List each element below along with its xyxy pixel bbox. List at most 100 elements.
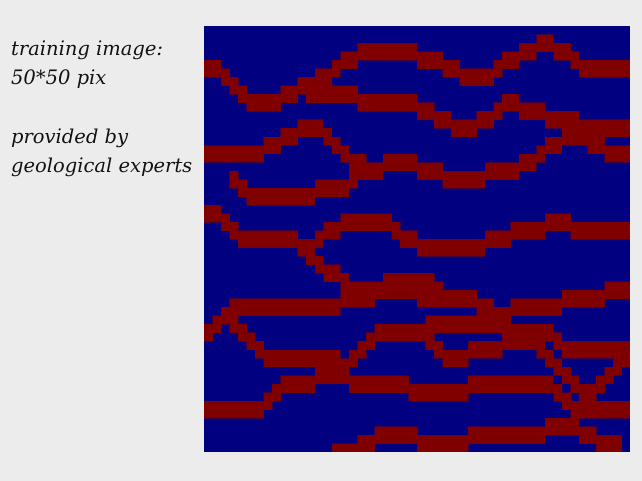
channel-cell	[595, 341, 605, 351]
channel-cell	[246, 409, 256, 419]
channel-cell	[382, 43, 392, 52]
channel-cell	[561, 51, 571, 61]
channel-cell	[238, 332, 247, 342]
channel-cell	[595, 375, 605, 385]
channel-cell	[519, 230, 529, 240]
channel-cell	[570, 383, 580, 393]
channel-cell	[280, 230, 290, 240]
channel-cell	[451, 324, 460, 334]
channel-cell	[357, 443, 367, 452]
channel-cell	[621, 128, 630, 138]
channel-cell	[587, 230, 597, 240]
channel-cell	[229, 307, 239, 317]
channel-cell	[502, 94, 512, 104]
channel-cell	[502, 383, 512, 393]
channel-cell	[212, 400, 222, 410]
channel-cell	[348, 213, 358, 223]
channel-cell	[570, 60, 580, 69]
caption-line-training-image: training image:	[11, 37, 164, 60]
channel-cell	[348, 85, 358, 95]
channel-cell	[553, 366, 563, 376]
channel-cell	[476, 239, 486, 248]
channel-cell	[323, 68, 333, 78]
channel-cell	[570, 119, 580, 129]
channel-cell	[587, 128, 597, 138]
channel-cell	[485, 68, 495, 78]
channel-cell	[476, 77, 486, 87]
channel-cell	[314, 119, 324, 129]
channel-cell	[263, 298, 273, 308]
channel-cell	[340, 187, 350, 197]
channel-cell	[612, 290, 622, 300]
channel-cell	[289, 298, 299, 308]
channel-cell	[408, 392, 418, 402]
channel-cell	[331, 366, 341, 376]
channel-cell	[442, 392, 452, 402]
channel-cell	[553, 43, 563, 52]
channel-cell	[280, 128, 290, 138]
channel-cell	[246, 298, 256, 308]
channel-cell	[561, 136, 571, 146]
channel-cell	[391, 230, 401, 240]
channel-cell	[561, 417, 571, 427]
channel-cell	[510, 383, 520, 393]
channel-cell	[289, 358, 299, 368]
channel-cell	[408, 324, 418, 334]
channel-cell	[459, 434, 469, 444]
channel-cell	[280, 307, 290, 317]
channel-cell	[459, 290, 469, 300]
channel-cell	[459, 77, 469, 87]
channel-cell	[434, 281, 443, 291]
channel-cell	[408, 239, 418, 248]
channel-cell	[365, 290, 375, 300]
channel-cell	[391, 51, 401, 61]
channel-cell	[578, 60, 588, 69]
channel-cell	[399, 324, 409, 334]
channel-cell	[553, 221, 563, 231]
channel-cell	[408, 426, 418, 436]
channel-cell	[587, 400, 597, 410]
channel-cell	[221, 409, 230, 419]
channel-cell	[221, 213, 230, 223]
channel-cell	[578, 230, 588, 240]
channel-cell	[485, 162, 495, 172]
channel-cell	[331, 68, 341, 78]
channel-cell	[587, 409, 597, 419]
channel-cell	[570, 341, 580, 351]
channel-cell	[451, 68, 460, 78]
channel-cell	[425, 170, 435, 180]
channel-cell	[587, 298, 597, 308]
channel-cell	[246, 230, 256, 240]
channel-cell	[246, 145, 256, 155]
channel-cell	[604, 230, 614, 240]
channel-cell	[536, 349, 546, 359]
channel-cell	[246, 332, 256, 342]
channel-cell	[561, 341, 571, 351]
channel-cell	[314, 358, 324, 368]
channel-cell	[357, 349, 367, 359]
channel-cell	[595, 221, 605, 231]
channel-cell	[510, 434, 520, 444]
channel-cell	[323, 128, 333, 138]
channel-cell	[621, 290, 630, 300]
channel-cell	[357, 375, 367, 385]
channel-cell	[595, 290, 605, 300]
channel-cell	[502, 426, 512, 436]
channel-cell	[323, 77, 333, 87]
channel-cell	[255, 187, 265, 197]
channel-cell	[399, 162, 409, 172]
channel-cell	[391, 324, 401, 334]
channel-cell	[442, 298, 452, 308]
channel-cell	[408, 273, 418, 282]
channel-cell	[587, 145, 597, 155]
channel-cell	[340, 358, 350, 368]
channel-cell	[212, 213, 222, 223]
channel-cell	[323, 85, 333, 95]
channel-cell	[365, 443, 375, 452]
channel-cell	[280, 358, 290, 368]
channel-cell	[468, 239, 478, 248]
channel-cell	[417, 51, 426, 61]
channel-cell	[314, 68, 324, 78]
channel-cell	[357, 170, 367, 180]
